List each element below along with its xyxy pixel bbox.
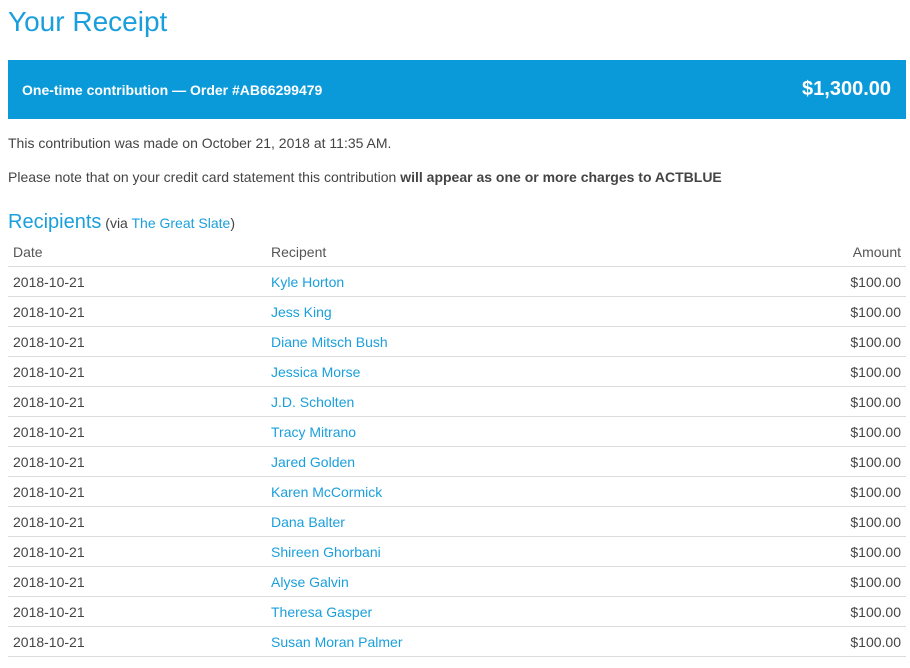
row-date: 2018-10-21	[8, 536, 266, 567]
statement-note-bold: will appear as one or more charges to AC…	[400, 169, 722, 185]
table-row: 2018-10-21 J.D. Scholten $100.00	[8, 386, 906, 417]
row-recipient: Susan Moran Palmer	[266, 626, 736, 657]
row-recipient: Diane Mitsch Bush	[266, 326, 736, 357]
column-header-recipient: Recipent	[266, 237, 736, 267]
table-row: 2018-10-21 Jessica Morse $100.00	[8, 356, 906, 387]
row-amount: $100.00	[736, 296, 906, 327]
row-amount: $100.00	[736, 266, 906, 297]
recipient-link[interactable]: Karen McCormick	[271, 484, 382, 500]
row-amount: $100.00	[736, 446, 906, 477]
table-row: 2018-10-21 Jared Golden $100.00	[8, 446, 906, 477]
slate-link[interactable]: The Great Slate	[131, 215, 230, 231]
row-date: 2018-10-21	[8, 356, 266, 387]
row-recipient: Karen McCormick	[266, 476, 736, 507]
table-row: 2018-10-21 Shireen Ghorbani $100.00	[8, 536, 906, 567]
row-amount: $100.00	[736, 506, 906, 537]
table-row: 2018-10-21 Dana Balter $100.00	[8, 506, 906, 537]
row-amount: $100.00	[736, 626, 906, 657]
row-amount: $100.00	[736, 596, 906, 627]
table-row: 2018-10-21 Theresa Gasper $100.00	[8, 596, 906, 627]
row-date: 2018-10-21	[8, 566, 266, 597]
row-recipient: Alyse Galvin	[266, 566, 736, 597]
recipient-link[interactable]: Jess King	[271, 304, 332, 320]
row-recipient: Jess King	[266, 296, 736, 327]
row-recipient: Jared Golden	[266, 446, 736, 477]
recipient-link[interactable]: Dana Balter	[271, 514, 345, 530]
table-header-row: Date Recipent Amount	[8, 237, 906, 267]
row-date: 2018-10-21	[8, 626, 266, 657]
table-row: 2018-10-21 Susan Moran Palmer $100.00	[8, 626, 906, 657]
row-date: 2018-10-21	[8, 296, 266, 327]
row-recipient: J.D. Scholten	[266, 386, 736, 417]
row-recipient: Jessica Morse	[266, 356, 736, 387]
column-header-amount: Amount	[736, 237, 906, 267]
via-prefix: (via	[105, 215, 132, 231]
row-amount: $100.00	[736, 566, 906, 597]
table-row: 2018-10-21 Jess King $100.00	[8, 296, 906, 327]
row-date: 2018-10-21	[8, 326, 266, 357]
row-recipient: Shireen Ghorbani	[266, 536, 736, 567]
row-amount: $100.00	[736, 386, 906, 417]
recipient-link[interactable]: Alyse Galvin	[271, 574, 349, 590]
row-recipient: Theresa Gasper	[266, 596, 736, 627]
recipient-link[interactable]: Tracy Mitrano	[271, 424, 356, 440]
order-total: $1,300.00	[802, 78, 891, 100]
row-date: 2018-10-21	[8, 476, 266, 507]
recipients-table: Date Recipent Amount 2018-10-21 Kyle Hort…	[8, 237, 906, 657]
recipients-heading: Recipients (via The Great Slate)	[8, 209, 906, 235]
statement-note-prefix: Please note that on your credit card sta…	[8, 169, 401, 185]
row-amount: $100.00	[736, 476, 906, 507]
order-banner: One-time contribution — Order #AB6629947…	[8, 60, 906, 119]
row-date: 2018-10-21	[8, 266, 266, 297]
row-recipient: Dana Balter	[266, 506, 736, 537]
row-amount: $100.00	[736, 326, 906, 357]
table-row: 2018-10-21 Kyle Horton $100.00	[8, 266, 906, 297]
recipient-link[interactable]: Jared Golden	[271, 454, 355, 470]
row-amount: $100.00	[736, 536, 906, 567]
statement-note: Please note that on your credit card sta…	[8, 169, 906, 185]
column-header-date: Date	[8, 237, 266, 267]
row-date: 2018-10-21	[8, 506, 266, 537]
row-amount: $100.00	[736, 356, 906, 387]
row-date: 2018-10-21	[8, 416, 266, 447]
page-title: Your Receipt	[8, 6, 168, 37]
contribution-date-note: This contribution was made on October 21…	[8, 135, 392, 151]
row-recipient: Tracy Mitrano	[266, 416, 736, 447]
table-row: 2018-10-21 Karen McCormick $100.00	[8, 476, 906, 507]
recipients-title: Recipients	[8, 211, 102, 233]
recipient-link[interactable]: Kyle Horton	[271, 274, 344, 290]
recipient-link[interactable]: Jessica Morse	[271, 364, 360, 380]
row-date: 2018-10-21	[8, 386, 266, 417]
row-date: 2018-10-21	[8, 596, 266, 627]
recipient-link[interactable]: Theresa Gasper	[271, 604, 372, 620]
receipt-page: Your Receipt One-time contribution — Ord…	[0, 0, 910, 657]
order-summary: One-time contribution — Order #AB6629947…	[22, 81, 323, 98]
table-row: 2018-10-21 Diane Mitsch Bush $100.00	[8, 326, 906, 357]
via-suffix: )	[230, 215, 235, 231]
table-row: 2018-10-21 Tracy Mitrano $100.00	[8, 416, 906, 447]
recipient-link[interactable]: J.D. Scholten	[271, 394, 354, 410]
recipient-link[interactable]: Susan Moran Palmer	[271, 634, 403, 650]
row-recipient: Kyle Horton	[266, 266, 736, 297]
table-row: 2018-10-21 Alyse Galvin $100.00	[8, 566, 906, 597]
row-date: 2018-10-21	[8, 446, 266, 477]
recipient-link[interactable]: Shireen Ghorbani	[271, 544, 381, 560]
row-amount: $100.00	[736, 416, 906, 447]
recipient-link[interactable]: Diane Mitsch Bush	[271, 334, 388, 350]
